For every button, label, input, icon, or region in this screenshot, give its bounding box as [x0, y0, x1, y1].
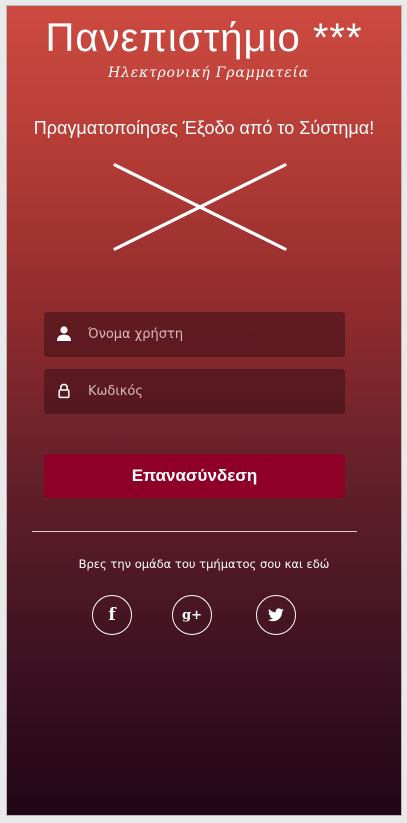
facebook-icon: f	[108, 605, 116, 625]
password-field[interactable]	[44, 369, 345, 414]
lock-icon	[58, 383, 70, 399]
logout-message: Πραγματοποίησες Έξοδο από το Σύστημα!	[33, 118, 375, 138]
google-plus-icon: g+	[182, 607, 202, 623]
google-plus-button[interactable]: g+	[172, 595, 212, 635]
page-title: Πανεπιστήμιο ***	[45, 16, 363, 60]
login-panel: Πανεπιστήμιο *** Ηλεκτρονική Γραμματεία …	[6, 5, 402, 816]
twitter-button[interactable]	[256, 595, 296, 635]
twitter-icon	[268, 608, 284, 622]
facebook-button[interactable]: f	[92, 595, 132, 635]
group-text: Βρες την ομάδα του τμήματος σου και εδώ	[78, 557, 330, 571]
username-field[interactable]	[44, 312, 345, 357]
relogin-button[interactable]: Επανασύνδεση	[44, 454, 345, 498]
close-x-icon	[113, 163, 287, 251]
page-subtitle: Ηλεκτρονική Γραμματεία	[108, 65, 310, 81]
username-input[interactable]	[84, 312, 338, 357]
divider	[32, 531, 357, 532]
user-icon	[57, 326, 71, 341]
password-input[interactable]	[84, 369, 338, 414]
